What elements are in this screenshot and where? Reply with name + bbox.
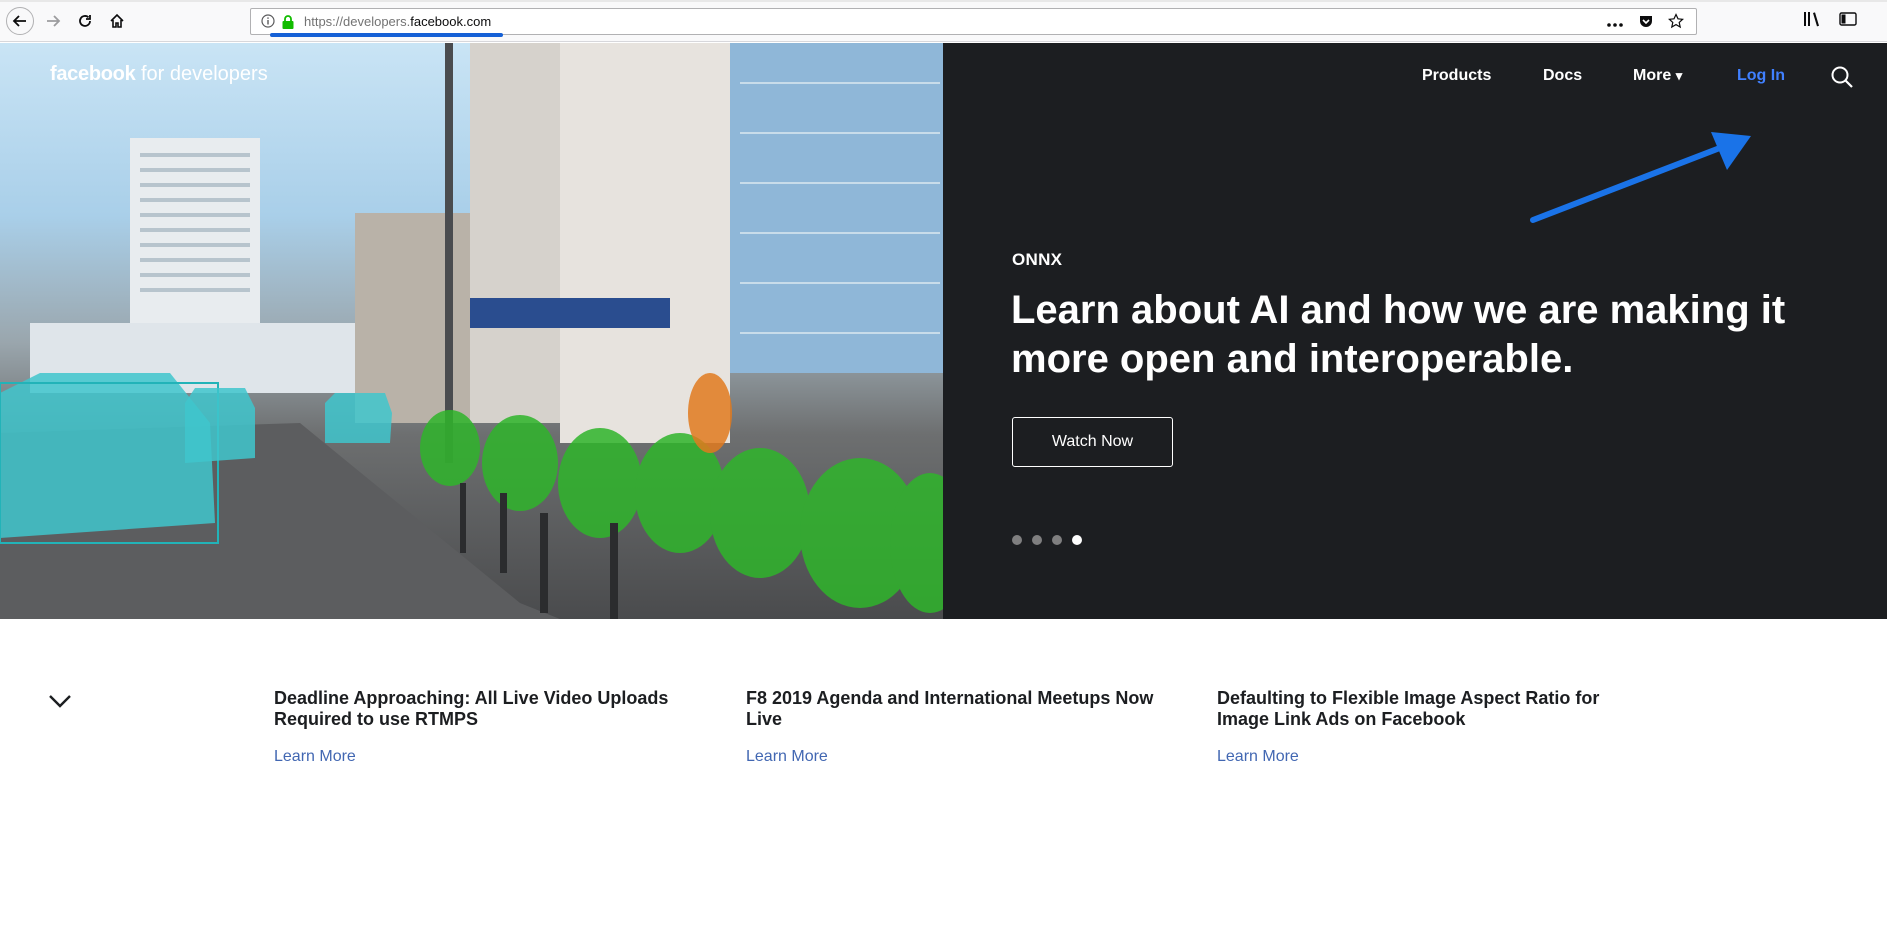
url-host: facebook.com [410, 14, 492, 29]
news-title[interactable]: Defaulting to Flexible Image Aspect Rati… [1217, 688, 1647, 730]
url-text[interactable]: https://developers.facebook.com [304, 14, 491, 29]
news-item: Deadline Approaching: All Live Video Upl… [274, 688, 704, 766]
street-scene-illustration [0, 43, 943, 619]
hero-headline: Learn about AI and how we are making it … [1011, 288, 1786, 381]
home-icon[interactable] [104, 8, 130, 34]
forward-icon[interactable] [40, 8, 66, 34]
hero-section: facebook for developers Products Docs Mo… [0, 43, 1887, 619]
search-icon[interactable] [1830, 65, 1854, 94]
top-navigation: Products Docs More ▾ Log In [0, 65, 1887, 97]
hero-image [0, 43, 943, 619]
pocket-icon[interactable] [1638, 13, 1654, 34]
nav-more-label: More [1633, 67, 1672, 84]
address-bar[interactable]: https://developers.facebook.com [250, 8, 1697, 35]
news-title[interactable]: F8 2019 Agenda and International Meetups… [746, 688, 1176, 730]
toolbar-right [1803, 11, 1857, 32]
annotation-arrow-icon [1530, 132, 1751, 223]
nav-docs[interactable]: Docs [1543, 67, 1582, 85]
learn-more-link[interactable]: Learn More [746, 748, 1176, 766]
back-icon[interactable] [6, 7, 34, 35]
sidebar-icon[interactable] [1839, 11, 1857, 32]
library-icon[interactable] [1803, 11, 1821, 32]
address-bar-actions [1606, 13, 1684, 34]
carousel-dot-3[interactable] [1052, 535, 1062, 545]
tab-strip-edge [0, 0, 1887, 2]
nav-more[interactable]: More ▾ [1633, 67, 1682, 85]
carousel-dots [1012, 535, 1082, 545]
learn-more-link[interactable]: Learn More [1217, 748, 1647, 766]
news-item: Defaulting to Flexible Image Aspect Rati… [1217, 688, 1647, 766]
chevron-down-icon: ▾ [1675, 68, 1683, 83]
hero-eyebrow: ONNX [1012, 250, 1063, 269]
lock-icon[interactable] [281, 14, 295, 35]
bookmark-star-icon[interactable] [1668, 13, 1684, 34]
url-prefix: https://developers. [304, 14, 411, 29]
annotation-url-underline [270, 33, 503, 37]
info-icon[interactable] [261, 14, 275, 33]
chevron-down-icon[interactable] [48, 693, 72, 714]
more-icon[interactable] [1606, 15, 1624, 33]
carousel-dot-1[interactable] [1012, 535, 1022, 545]
news-item: F8 2019 Agenda and International Meetups… [746, 688, 1176, 766]
browser-toolbar: https://developers.facebook.com [0, 0, 1887, 42]
reload-icon[interactable] [72, 8, 98, 34]
news-title[interactable]: Deadline Approaching: All Live Video Upl… [274, 688, 704, 730]
nav-products[interactable]: Products [1422, 67, 1491, 85]
watch-now-button[interactable]: Watch Now [1012, 417, 1173, 467]
carousel-dot-2[interactable] [1032, 535, 1042, 545]
nav-login[interactable]: Log In [1737, 67, 1785, 85]
carousel-dot-4[interactable] [1072, 535, 1082, 545]
learn-more-link[interactable]: Learn More [274, 748, 704, 766]
